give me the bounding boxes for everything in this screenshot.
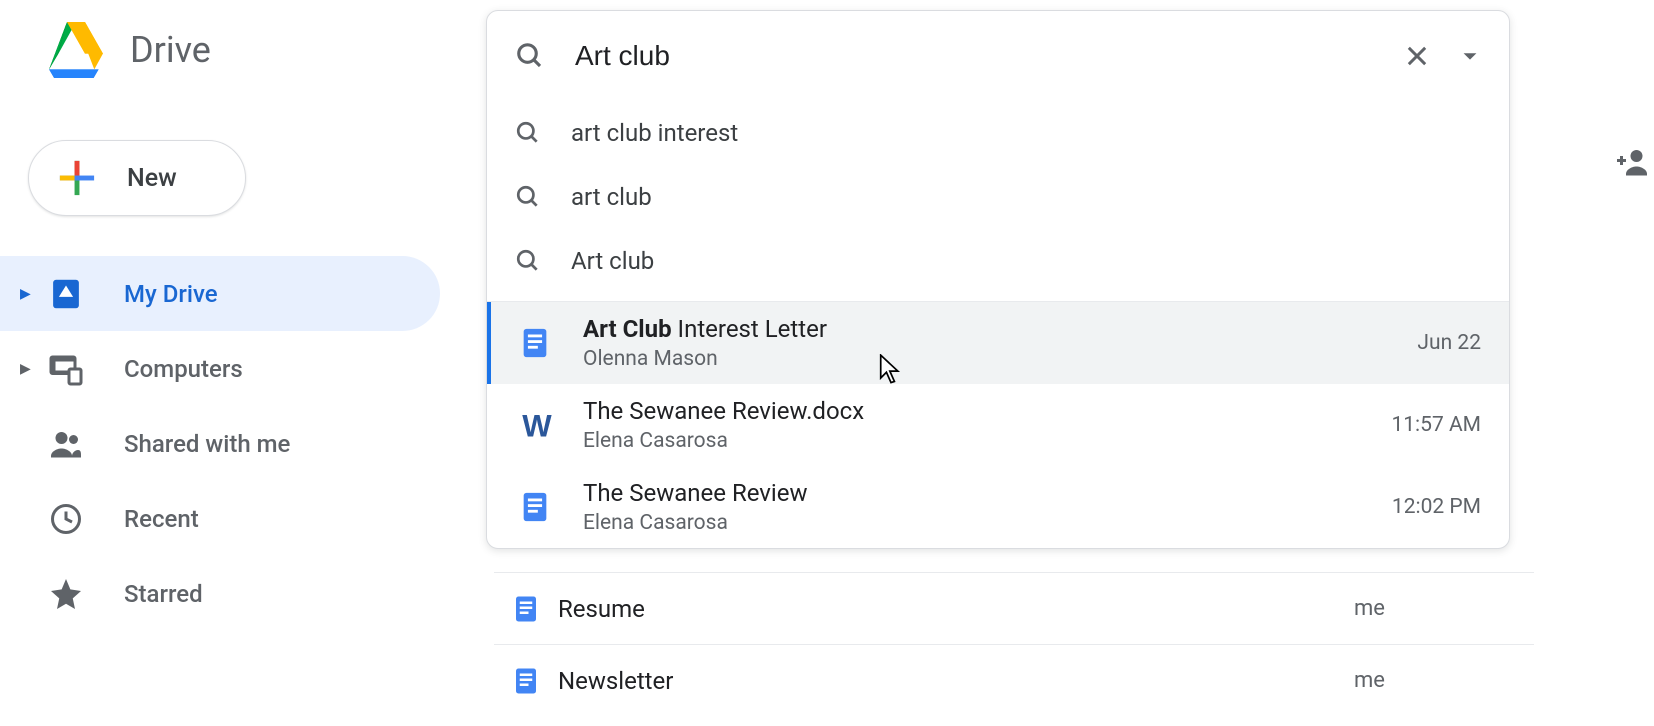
search-input[interactable] (575, 40, 1403, 72)
chevron-right-icon: ▶ (20, 361, 36, 377)
star-icon (48, 576, 84, 612)
suggestion-text: art club (571, 183, 652, 211)
drive-logo-icon (44, 22, 108, 78)
docs-icon (515, 490, 555, 524)
file-title: Newsletter (558, 667, 1354, 695)
file-title: Art Club Interest Letter (583, 314, 1405, 344)
file-owner: Elena Casarosa (583, 510, 1380, 536)
clock-icon (48, 501, 84, 537)
file-date: 11:57 AM (1391, 413, 1481, 437)
search-file-result[interactable]: Art Club Interest Letter Olenna Mason Ju… (487, 302, 1509, 384)
search-suggestion[interactable]: Art club (487, 229, 1509, 293)
file-title: Resume (558, 595, 1354, 623)
sidebar-item-starred[interactable]: Starred (0, 556, 440, 631)
word-icon: W (515, 408, 555, 442)
docs-icon (494, 666, 558, 696)
share-person-icon[interactable] (1614, 144, 1650, 184)
search-suggestion[interactable]: art club interest (487, 101, 1509, 165)
file-date: 12:02 PM (1392, 495, 1481, 519)
plus-icon (55, 156, 99, 200)
file-owner: Olenna Mason (583, 346, 1405, 372)
search-dropdown: art club interest art club Art club Art … (486, 10, 1510, 549)
file-row[interactable]: Newsletter me (494, 644, 1534, 716)
search-suggestion[interactable]: art club (487, 165, 1509, 229)
app-name: Drive (130, 29, 211, 71)
caret-down-icon[interactable] (1459, 45, 1481, 67)
file-list: Resume me Newsletter me (494, 572, 1534, 716)
search-icon (515, 120, 541, 146)
file-title: The Sewanee Review.docx (583, 396, 1379, 426)
sidebar-item-recent[interactable]: Recent (0, 481, 440, 556)
suggestion-text: Art club (571, 247, 654, 275)
docs-icon (494, 594, 558, 624)
sidebar-item-label: Shared with me (124, 430, 290, 458)
sidebar-item-my-drive[interactable]: ▶ My Drive (0, 256, 440, 331)
search-bar (487, 11, 1509, 101)
close-icon[interactable] (1403, 42, 1431, 70)
file-date: Jun 22 (1417, 331, 1481, 355)
new-button-label: New (127, 164, 177, 193)
sidebar-item-label: Computers (124, 355, 243, 383)
svg-text:W: W (522, 408, 552, 442)
sidebar-item-label: My Drive (124, 280, 218, 308)
search-icon (515, 184, 541, 210)
file-info: The Sewanee Review.docx Elena Casarosa (583, 396, 1379, 454)
sidebar: ▶ My Drive ▶ Computers Shared with me Re… (0, 256, 440, 631)
sidebar-item-shared[interactable]: Shared with me (0, 406, 440, 481)
suggestion-text: art club interest (571, 119, 738, 147)
sidebar-item-computers[interactable]: ▶ Computers (0, 331, 440, 406)
search-icon (515, 41, 545, 71)
file-info: The Sewanee Review Elena Casarosa (583, 478, 1380, 536)
computers-icon (48, 351, 84, 387)
chevron-right-icon: ▶ (20, 286, 36, 302)
file-owner: Elena Casarosa (583, 428, 1379, 454)
people-icon (48, 426, 84, 462)
file-row[interactable]: Resume me (494, 572, 1534, 644)
sidebar-item-label: Recent (124, 505, 199, 533)
file-title: The Sewanee Review (583, 478, 1380, 508)
search-file-result[interactable]: W The Sewanee Review.docx Elena Casarosa… (487, 384, 1509, 466)
file-owner: me (1354, 668, 1534, 693)
docs-icon (515, 326, 555, 360)
file-owner: me (1354, 596, 1534, 621)
search-file-result[interactable]: The Sewanee Review Elena Casarosa 12:02 … (487, 466, 1509, 548)
search-suggestions: art club interest art club Art club Art … (487, 101, 1509, 548)
search-icon (515, 248, 541, 274)
new-button[interactable]: New (28, 140, 246, 216)
drive-icon (48, 276, 84, 312)
sidebar-item-label: Starred (124, 580, 203, 608)
file-info: Art Club Interest Letter Olenna Mason (583, 314, 1405, 372)
